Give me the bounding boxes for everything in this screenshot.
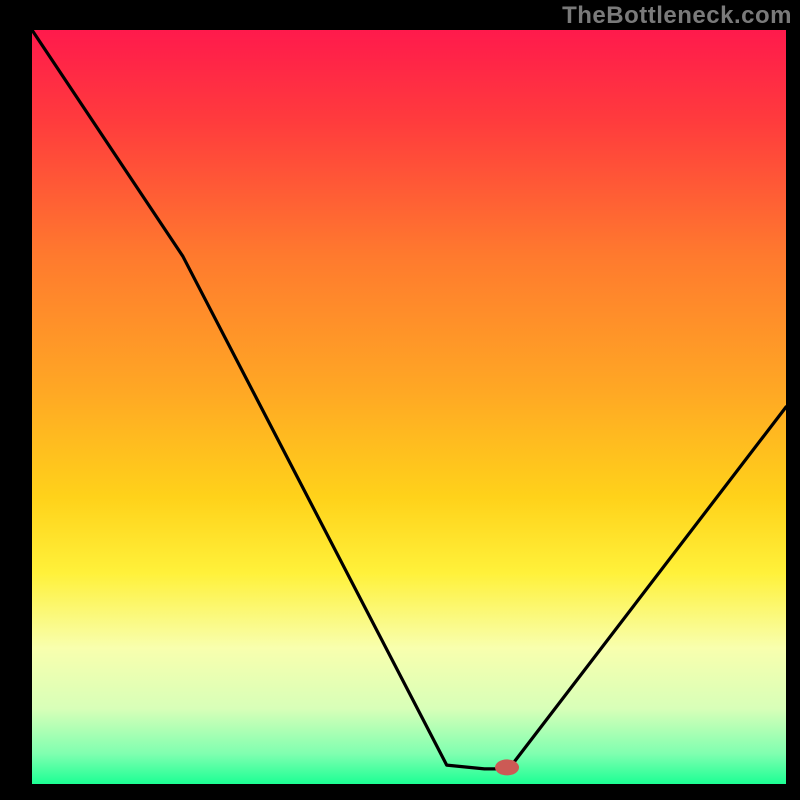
bottleneck-chart — [0, 0, 800, 800]
chart-container: TheBottleneck.com — [0, 0, 800, 800]
watermark-text: TheBottleneck.com — [562, 2, 792, 30]
optimum-marker — [495, 759, 519, 775]
plot-background — [32, 30, 786, 784]
